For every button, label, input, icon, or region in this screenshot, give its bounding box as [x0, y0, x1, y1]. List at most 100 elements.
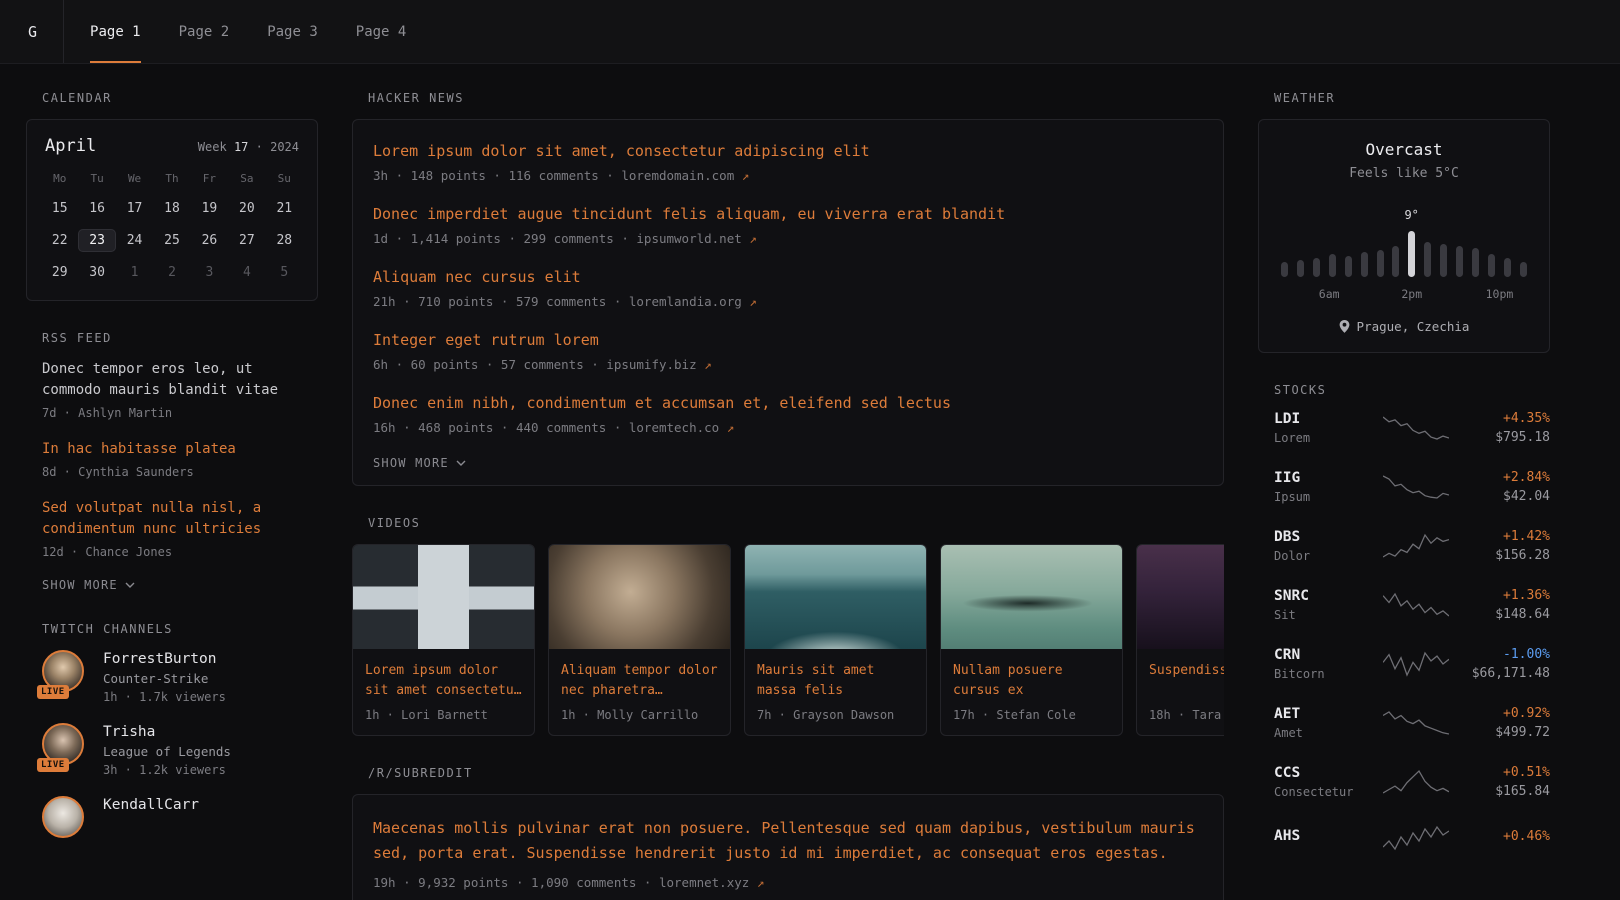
stock-sparkline: [1370, 709, 1462, 737]
rss-item-title[interactable]: Donec tempor eros leo, ut commodo mauris…: [42, 359, 300, 401]
stock-symbol: DBS: [1274, 529, 1370, 545]
external-link-icon[interactable]: ↗: [727, 420, 735, 435]
channel-info: ForrestBurton Counter-Strike 1h · 1.7k v…: [103, 650, 226, 704]
external-link-icon[interactable]: ↗: [749, 294, 757, 309]
live-badge: LIVE: [37, 685, 69, 699]
news-item: Lorem ipsum dolor sit amet, consectetur …: [373, 141, 1203, 183]
rss-widget: RSS FEED Donec tempor eros leo, ut commo…: [26, 331, 318, 592]
stock-sparkline: [1370, 532, 1462, 560]
subreddit-card: Maecenas mollis pulvinar erat non posuer…: [352, 794, 1224, 900]
stock-symbol: AET: [1274, 706, 1370, 722]
calendar-dow: Tu: [78, 170, 115, 188]
calendar-dow: Su: [266, 170, 303, 188]
stock-row[interactable]: IIGIpsum +2.84%$42.04: [1274, 470, 1550, 504]
tab-page-3[interactable]: Page 3: [267, 0, 318, 63]
videos-section-label: VIDEOS: [352, 516, 1224, 530]
weather-bar: [1472, 248, 1479, 277]
app-logo-letter: G: [28, 23, 37, 41]
rss-section-label: RSS FEED: [26, 331, 318, 345]
video-card[interactable]: Lorem ipsum dolor sit amet consectetu… 1…: [352, 544, 535, 736]
news-item-title[interactable]: Integer eget rutrum lorem: [373, 330, 1203, 351]
channel-name[interactable]: ForrestBurton: [103, 651, 226, 667]
calendar-dow: Fr: [191, 170, 228, 188]
news-item-meta: 21h · 710 points · 579 comments · loreml…: [373, 294, 1203, 309]
stocks-list: LDILorem +4.35%$795.18 IIGIpsum +2.84%$4…: [1258, 411, 1550, 852]
twitch-channel[interactable]: KendallCarr: [42, 796, 318, 842]
news-item-title[interactable]: Lorem ipsum dolor sit amet, consectetur …: [373, 141, 1203, 162]
stock-row[interactable]: AETAmet +0.92%$499.72: [1274, 706, 1550, 740]
stock-row[interactable]: CCSConsectetur +0.51%$165.84: [1274, 765, 1550, 799]
weather-feels-like: Feels like 5°C: [1275, 166, 1533, 181]
channel-meta: 1h · 1.7k viewers: [103, 690, 226, 704]
calendar-day: 20: [228, 197, 265, 220]
weather-hourly-chart: 9°: [1281, 203, 1527, 277]
stock-change: +0.46%: [1462, 829, 1550, 844]
external-link-icon[interactable]: ↗: [749, 231, 757, 246]
news-item-title[interactable]: Donec enim nibh, condimentum et accumsan…: [373, 393, 1203, 414]
video-thumbnail[interactable]: [549, 545, 730, 649]
stock-change: +0.92%: [1462, 706, 1550, 721]
rss-item-title[interactable]: In hac habitasse platea: [42, 439, 300, 460]
external-link-icon[interactable]: ↗: [757, 875, 765, 890]
video-card[interactable]: Aliquam tempor dolor nec pharetra… 1h · …: [548, 544, 731, 736]
video-title[interactable]: Suspendisse diam: [1149, 661, 1224, 701]
center-column: HACKER NEWS Lorem ipsum dolor sit amet, …: [352, 91, 1224, 900]
external-link-icon[interactable]: ↗: [704, 357, 712, 372]
calendar-day-outside: 2: [153, 261, 190, 284]
hackernews-show-more-button[interactable]: SHOW MORE: [373, 456, 466, 470]
post-meta: 19h · 9,932 points · 1,090 comments · lo…: [373, 875, 1203, 890]
twitch-widget: TWITCH CHANNELS LIVE ForrestBurton Count…: [26, 622, 318, 842]
tab-page-2[interactable]: Page 2: [179, 0, 230, 63]
news-item-title[interactable]: Donec imperdiet augue tincidunt felis al…: [373, 204, 1203, 225]
stock-row[interactable]: CRNBitcorn -1.00%$66,171.48: [1274, 647, 1550, 681]
video-thumbnail[interactable]: [353, 545, 534, 649]
weather-bar: [1408, 231, 1415, 277]
channel-avatar-image: [42, 796, 84, 838]
stock-row[interactable]: LDILorem +4.35%$795.18: [1274, 411, 1550, 445]
rss-item-title[interactable]: Sed volutpat nulla nisl, a condimentum n…: [42, 498, 300, 540]
app-logo[interactable]: G: [28, 0, 64, 63]
stock-symbol: CCS: [1274, 765, 1370, 781]
weather-current-temp: 9°: [1404, 208, 1418, 222]
video-meta: 1h · Molly Carrillo: [561, 708, 718, 722]
twitch-channel[interactable]: LIVE Trisha League of Legends 3h · 1.2k …: [42, 723, 318, 777]
calendar-day: 18: [153, 197, 190, 220]
twitch-channel[interactable]: LIVE ForrestBurton Counter-Strike 1h · 1…: [42, 650, 318, 704]
video-thumbnail[interactable]: [745, 545, 926, 649]
external-link-icon[interactable]: ↗: [742, 168, 750, 183]
hackernews-section-label: HACKER NEWS: [352, 91, 1224, 105]
video-title[interactable]: Aliquam tempor dolor nec pharetra…: [561, 661, 718, 701]
rss-item-meta: 7d · Ashlyn Martin: [42, 406, 318, 420]
weather-condition: Overcast: [1275, 140, 1533, 159]
video-title[interactable]: Lorem ipsum dolor sit amet consectetu…: [365, 661, 522, 701]
stock-sparkline: [1370, 650, 1462, 678]
video-thumbnail[interactable]: [941, 545, 1122, 649]
channel-name[interactable]: Trisha: [103, 724, 231, 740]
video-card[interactable]: Suspendisse diam 18h · Tara: [1136, 544, 1224, 736]
stock-row[interactable]: AHS +0.46%: [1274, 824, 1550, 852]
subreddit-section-label: /R/SUBREDDIT: [352, 766, 1224, 780]
calendar-day-selected: 23: [78, 229, 115, 252]
video-title[interactable]: Mauris sit amet massa felis: [757, 661, 914, 701]
post-title[interactable]: Maecenas mollis pulvinar erat non posuer…: [373, 816, 1203, 866]
stock-row[interactable]: SNRCSit +1.36%$148.64: [1274, 588, 1550, 622]
news-item-meta: 1d · 1,414 points · 299 comments · ipsum…: [373, 231, 1203, 246]
news-item-meta: 6h · 60 points · 57 comments · ipsumify.…: [373, 357, 1203, 372]
video-card[interactable]: Mauris sit amet massa felis 7h · Grayson…: [744, 544, 927, 736]
rss-item: In hac habitasse platea 8d · Cynthia Sau…: [42, 439, 318, 479]
video-thumbnail[interactable]: [1137, 545, 1224, 649]
weather-section-label: WEATHER: [1258, 91, 1550, 105]
news-item-title[interactable]: Aliquam nec cursus elit: [373, 267, 1203, 288]
tab-page-4[interactable]: Page 4: [356, 0, 407, 63]
rss-show-more-button[interactable]: SHOW MORE: [42, 578, 135, 592]
tab-page-1[interactable]: Page 1: [90, 0, 141, 63]
weather-bar: [1377, 250, 1384, 277]
avatar: [42, 796, 88, 842]
video-title[interactable]: Nullam posuere cursus ex: [953, 661, 1110, 701]
channel-name[interactable]: KendallCarr: [103, 797, 199, 813]
video-card[interactable]: Nullam posuere cursus ex 17h · Stefan Co…: [940, 544, 1123, 736]
stock-row[interactable]: DBSDolor +1.42%$156.28: [1274, 529, 1550, 563]
location-pin-icon: [1339, 320, 1350, 333]
stock-name: Amet: [1274, 726, 1370, 740]
stock-change: +1.36%: [1462, 588, 1550, 603]
